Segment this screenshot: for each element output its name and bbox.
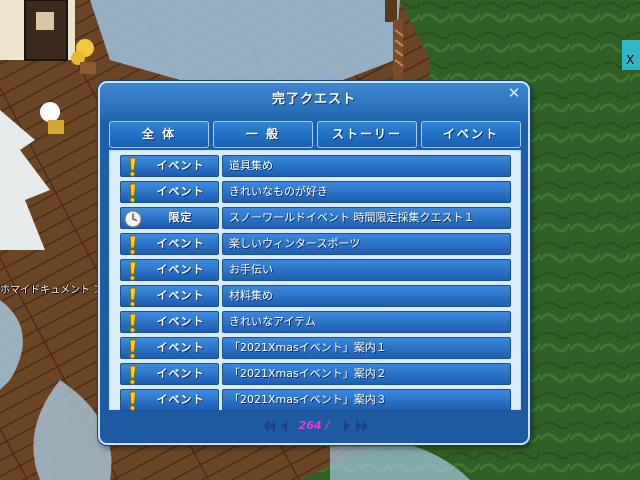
exclamation-icon: [129, 287, 137, 307]
svg-text:X: X: [626, 53, 634, 67]
quest-row[interactable]: イベント 「2021Xmasイベント」案内３: [120, 389, 520, 411]
exclamation-icon: [129, 339, 137, 359]
last-page-icon[interactable]: [355, 418, 369, 434]
prev-page-icon[interactable]: [279, 418, 288, 434]
quest-name: 材料集め: [222, 285, 511, 307]
completed-quest-window: 完了クエスト ✕ 全 体 一 般 ストーリー イベント イベント 道具集め イベ…: [98, 81, 530, 445]
quest-list: イベント 道具集め イベント きれいなものが好き 限定 スノーワールドイベント …: [109, 150, 521, 411]
pagination: 264 /: [100, 418, 528, 434]
exclamation-icon: [129, 235, 137, 255]
quest-row[interactable]: イベント 「2021Xmasイベント」案内２: [120, 363, 520, 385]
quest-name: きれいなものが好き: [222, 181, 511, 203]
quest-name: 楽しいウィンタースポーツ: [222, 233, 511, 255]
quest-row[interactable]: イベント お手伝い: [120, 259, 520, 281]
exclamation-icon: [129, 313, 137, 333]
quest-category-badge: イベント: [120, 259, 219, 281]
quest-name: 「2021Xmasイベント」案内１: [222, 337, 511, 359]
quest-category-label: イベント: [156, 367, 205, 380]
quest-category-label: イベント: [156, 341, 205, 354]
exclamation-icon: [129, 157, 137, 177]
page-number: 264 /: [298, 419, 330, 432]
quest-row[interactable]: イベント 「2021Xmasイベント」案内１: [120, 337, 520, 359]
tab-story[interactable]: ストーリー: [317, 121, 417, 148]
exclamation-icon: [129, 365, 137, 385]
quest-name: 「2021Xmasイベント」案内３: [222, 389, 511, 411]
quest-category-label: イベント: [156, 185, 205, 198]
quest-category-label: イベント: [156, 393, 205, 406]
quest-row[interactable]: イベント 材料集め: [120, 285, 520, 307]
quest-name: きれいなアイテム: [222, 311, 511, 333]
quest-category-badge: イベント: [120, 181, 219, 203]
tab-event[interactable]: イベント: [421, 121, 521, 148]
tab-all[interactable]: 全 体: [109, 121, 209, 148]
quest-name: 「2021Xmasイベント」案内２: [222, 363, 511, 385]
exclamation-icon: [129, 183, 137, 203]
window-title: 完了クエスト: [271, 92, 356, 107]
quest-name: お手伝い: [222, 259, 511, 281]
first-page-icon[interactable]: [262, 418, 276, 434]
tab-general[interactable]: 一 般: [213, 121, 313, 148]
quest-category-tabs: 全 体 一 般 ストーリー イベント: [109, 121, 521, 149]
quest-category-label: イベント: [156, 159, 205, 172]
quest-row[interactable]: 限定 スノーワールドイベント 時間限定採集クエスト１: [120, 207, 520, 229]
quest-category-badge: イベント: [120, 233, 219, 255]
quest-row[interactable]: イベント 道具集め: [120, 155, 520, 177]
quest-row[interactable]: イベント きれいなものが好き: [120, 181, 520, 203]
quest-category-badge: イベント: [120, 389, 219, 411]
quest-category-label: イベント: [156, 315, 205, 328]
quest-category-badge: イベント: [120, 155, 219, 177]
quest-name: スノーワールドイベント 時間限定採集クエスト１: [222, 207, 511, 229]
quest-category-label: イベント: [156, 289, 205, 302]
quest-category-badge: イベント: [120, 337, 219, 359]
quest-category-badge: イベント: [120, 363, 219, 385]
exclamation-icon: [129, 261, 137, 281]
quest-category-badge: イベント: [120, 285, 219, 307]
quest-category-label: イベント: [156, 237, 205, 250]
quest-name: 道具集め: [222, 155, 511, 177]
exclamation-icon: [129, 391, 137, 411]
close-icon[interactable]: ✕: [506, 85, 522, 101]
quest-category-badge: 限定: [120, 207, 219, 229]
quest-category-label: イベント: [156, 263, 205, 276]
next-page-icon[interactable]: [343, 418, 352, 434]
quest-row[interactable]: イベント きれいなアイテム: [120, 311, 520, 333]
quest-category-label: 限定: [168, 211, 193, 224]
quest-row[interactable]: イベント 楽しいウィンタースポーツ: [120, 233, 520, 255]
clock-icon: [124, 210, 142, 228]
quest-category-badge: イベント: [120, 311, 219, 333]
